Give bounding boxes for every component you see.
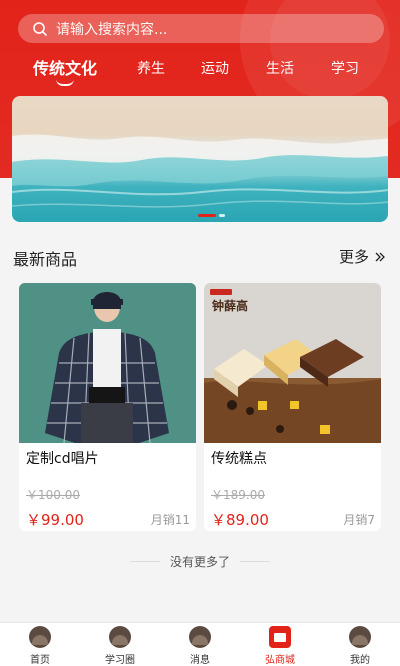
no-more-divider: 没有更多了 bbox=[0, 553, 400, 570]
product-name[interactable]: 传统糕点 bbox=[211, 448, 267, 468]
tabbar-label: 学习圈 bbox=[105, 655, 135, 666]
tab-label: 运动 bbox=[201, 61, 229, 77]
message-icon bbox=[189, 626, 211, 648]
product-monthly-sales: 月销7 bbox=[343, 513, 375, 527]
product-card[interactable]: 定制cd唱片 ￥100.00 ￥99.00 月销11 bbox=[19, 283, 196, 531]
more-label: 更多 bbox=[338, 248, 369, 266]
profile-icon bbox=[349, 626, 371, 648]
product-name[interactable]: 定制cd唱片 bbox=[26, 448, 99, 468]
tab-label: 传统文化 bbox=[33, 59, 98, 78]
product-original-price: ￥189.00 bbox=[211, 488, 265, 502]
mall-icon bbox=[269, 626, 291, 648]
banner-carousel[interactable] bbox=[12, 96, 388, 222]
product-price: ￥99.00 bbox=[26, 511, 84, 529]
section-title: 最新商品 bbox=[13, 250, 78, 269]
product-image[interactable] bbox=[19, 283, 196, 443]
tab-study[interactable]: 学习 bbox=[331, 57, 359, 81]
search-icon bbox=[33, 21, 47, 36]
tab-label: 生活 bbox=[266, 61, 294, 77]
product-original-price: ￥100.00 bbox=[26, 488, 80, 502]
tab-label: 养生 bbox=[137, 61, 165, 77]
carousel-dot[interactable] bbox=[219, 214, 225, 217]
tabbar-item-home[interactable]: 首页 bbox=[10, 626, 70, 666]
tabbar-label: 弘商城 bbox=[265, 655, 295, 666]
tab-traditional-culture[interactable]: 传统文化 bbox=[33, 57, 98, 86]
tab-health[interactable]: 养生 bbox=[137, 57, 165, 81]
tabbar-label: 我的 bbox=[350, 655, 370, 666]
tabbar-item-study-circle[interactable]: 学习圈 bbox=[90, 626, 150, 666]
product-photo-jacket bbox=[19, 283, 196, 443]
brand-logo-text: 钟薛高 bbox=[212, 299, 249, 313]
more-link[interactable]: 更多 bbox=[339, 246, 386, 267]
tab-label: 学习 bbox=[331, 61, 359, 77]
tabbar-item-message[interactable]: 消息 bbox=[170, 626, 230, 666]
beach-banner-image bbox=[12, 134, 388, 208]
home-icon bbox=[29, 626, 51, 648]
search-bar[interactable]: 请输入搜索内容... bbox=[18, 14, 384, 43]
tabbar-label: 首页 bbox=[30, 655, 50, 666]
tabbar-label: 消息 bbox=[190, 655, 210, 666]
study-circle-icon bbox=[109, 626, 131, 648]
carousel-indicator bbox=[198, 214, 225, 217]
search-placeholder[interactable]: 请输入搜索内容... bbox=[56, 19, 167, 39]
no-more-text: 没有更多了 bbox=[159, 555, 240, 569]
tabbar-item-mall[interactable]: 弘商城 bbox=[250, 626, 310, 666]
product-card[interactable]: 钟薛高 传统糕点 ￥189.00 ￥89.00 月销7 bbox=[204, 283, 381, 531]
tabbar-item-profile[interactable]: 我的 bbox=[330, 626, 390, 666]
bottom-tab-bar: 首页 学习圈 消息 弘商城 我的 bbox=[0, 622, 400, 666]
category-tabs: 传统文化 养生 运动 生活 学习 bbox=[0, 57, 400, 91]
product-image[interactable]: 钟薛高 bbox=[204, 283, 381, 443]
product-price: ￥89.00 bbox=[211, 511, 269, 529]
tab-active-indicator bbox=[56, 79, 74, 86]
product-monthly-sales: 月销11 bbox=[150, 513, 190, 527]
tab-life[interactable]: 生活 bbox=[266, 57, 294, 81]
carousel-dot-active[interactable] bbox=[198, 214, 216, 217]
double-chevron-right-icon bbox=[375, 252, 385, 261]
tab-sports[interactable]: 运动 bbox=[201, 57, 229, 81]
